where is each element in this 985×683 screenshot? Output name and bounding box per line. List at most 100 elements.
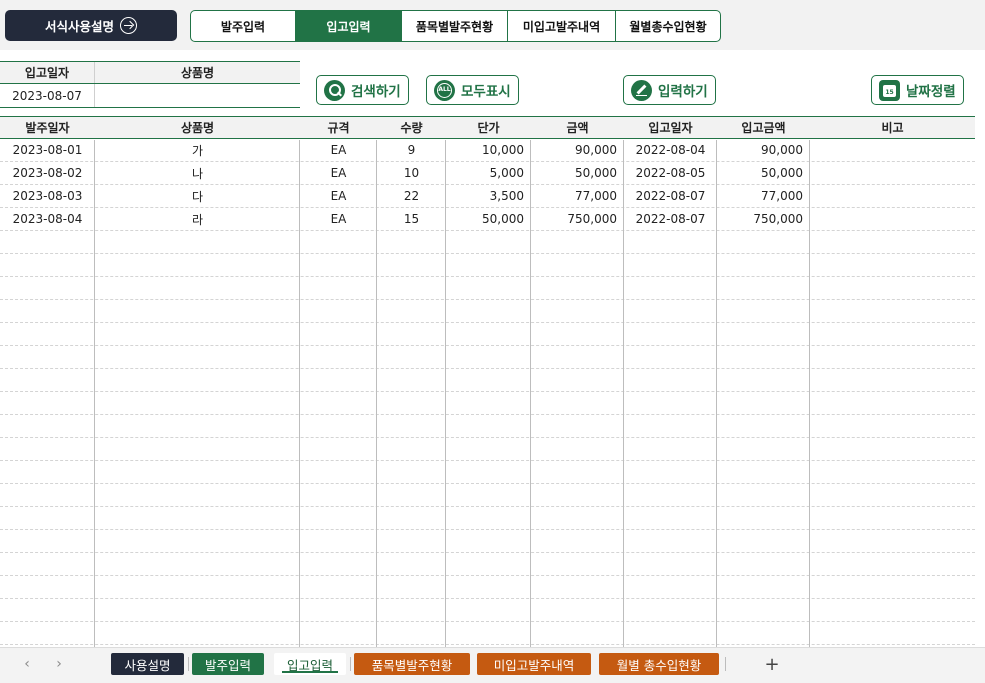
usage-guide-button[interactable]: 서식사용설명 [5, 10, 177, 41]
cell-spec[interactable] [300, 277, 377, 299]
cell-received-amount[interactable] [717, 576, 810, 598]
cell-qty[interactable]: 15 [377, 208, 446, 230]
cell-spec[interactable] [300, 300, 377, 322]
tab-monthly-income[interactable]: 월별총수입현황 [616, 11, 720, 41]
cell-note[interactable] [810, 139, 975, 161]
cell-received-date[interactable] [624, 438, 717, 460]
cell-product[interactable]: 나 [95, 162, 300, 184]
tab-order-by-item[interactable]: 품목별발주현황 [402, 11, 508, 41]
cell-unit-price[interactable] [446, 300, 531, 322]
cell-received-date[interactable] [624, 576, 717, 598]
cell-amount[interactable] [531, 323, 624, 345]
cell-order-date[interactable] [0, 530, 95, 552]
sheet-tab-monthly-income[interactable]: 월별 총수입현황 [599, 653, 719, 675]
cell-received-date[interactable] [624, 392, 717, 414]
cell-product[interactable] [95, 231, 300, 253]
cell-product[interactable] [95, 530, 300, 552]
cell-qty[interactable] [377, 369, 446, 391]
cell-product[interactable] [95, 553, 300, 575]
cell-received-date[interactable] [624, 277, 717, 299]
filter-product-input[interactable] [95, 84, 300, 107]
cell-qty[interactable]: 9 [377, 139, 446, 161]
cell-spec[interactable] [300, 507, 377, 529]
cell-unit-price[interactable] [446, 323, 531, 345]
cell-qty[interactable] [377, 507, 446, 529]
cell-note[interactable] [810, 622, 975, 644]
cell-received-amount[interactable]: 77,000 [717, 185, 810, 207]
sort-date-button[interactable]: 15 날짜정렬 [871, 75, 964, 105]
cell-amount[interactable]: 90,000 [531, 139, 624, 161]
cell-amount[interactable] [531, 392, 624, 414]
cell-spec[interactable]: EA [300, 162, 377, 184]
cell-qty[interactable]: 10 [377, 162, 446, 184]
cell-amount[interactable] [531, 254, 624, 276]
cell-qty[interactable] [377, 231, 446, 253]
cell-unit-price[interactable] [446, 599, 531, 621]
cell-spec[interactable] [300, 622, 377, 644]
cell-note[interactable] [810, 438, 975, 460]
cell-order-date[interactable] [0, 300, 95, 322]
cell-spec[interactable] [300, 530, 377, 552]
cell-received-amount[interactable] [717, 553, 810, 575]
input-button[interactable]: 입력하기 [623, 75, 716, 105]
cell-received-amount[interactable] [717, 507, 810, 529]
cell-product[interactable] [95, 438, 300, 460]
cell-product[interactable] [95, 484, 300, 506]
cell-qty[interactable] [377, 599, 446, 621]
cell-spec[interactable] [300, 553, 377, 575]
cell-order-date[interactable] [0, 323, 95, 345]
cell-order-date[interactable] [0, 599, 95, 621]
cell-amount[interactable] [531, 300, 624, 322]
cell-unit-price[interactable] [446, 461, 531, 483]
cell-product[interactable] [95, 369, 300, 391]
cell-note[interactable] [810, 415, 975, 437]
cell-order-date[interactable] [0, 507, 95, 529]
cell-received-date[interactable] [624, 300, 717, 322]
cell-received-date[interactable] [624, 530, 717, 552]
cell-order-date[interactable] [0, 553, 95, 575]
cell-amount[interactable]: 50,000 [531, 162, 624, 184]
tab-unreceived-orders[interactable]: 미입고발주내역 [508, 11, 616, 41]
cell-note[interactable] [810, 461, 975, 483]
cell-product[interactable]: 라 [95, 208, 300, 230]
cell-qty[interactable] [377, 300, 446, 322]
cell-qty[interactable] [377, 461, 446, 483]
sheet-tab-unreceived-orders[interactable]: 미입고발주내역 [477, 653, 591, 675]
cell-order-date[interactable]: 2023-08-02 [0, 162, 95, 184]
cell-order-date[interactable] [0, 484, 95, 506]
cell-received-date[interactable]: 2022-08-07 [624, 185, 717, 207]
cell-unit-price[interactable] [446, 438, 531, 460]
cell-order-date[interactable] [0, 254, 95, 276]
cell-received-amount[interactable]: 90,000 [717, 139, 810, 161]
cell-spec[interactable] [300, 576, 377, 598]
cell-qty[interactable] [377, 254, 446, 276]
cell-order-date[interactable] [0, 346, 95, 368]
cell-received-amount[interactable] [717, 622, 810, 644]
cell-note[interactable] [810, 392, 975, 414]
cell-amount[interactable] [531, 507, 624, 529]
cell-spec[interactable]: EA [300, 208, 377, 230]
cell-spec[interactable] [300, 231, 377, 253]
cell-qty[interactable] [377, 484, 446, 506]
cell-product[interactable] [95, 323, 300, 345]
cell-unit-price[interactable]: 3,500 [446, 185, 531, 207]
cell-amount[interactable] [531, 461, 624, 483]
show-all-button[interactable]: ALL 모두표시 [426, 75, 519, 105]
cell-qty[interactable] [377, 323, 446, 345]
cell-received-date[interactable] [624, 622, 717, 644]
cell-product[interactable] [95, 392, 300, 414]
sheet-tab-order-entry[interactable]: 발주입력 [192, 653, 264, 675]
prev-sheet-icon[interactable]: ‹ [18, 655, 36, 673]
cell-spec[interactable] [300, 415, 377, 437]
cell-amount[interactable] [531, 346, 624, 368]
cell-amount[interactable] [531, 415, 624, 437]
cell-qty[interactable] [377, 622, 446, 644]
cell-unit-price[interactable] [446, 346, 531, 368]
cell-unit-price[interactable] [446, 415, 531, 437]
cell-product[interactable] [95, 277, 300, 299]
cell-received-amount[interactable] [717, 438, 810, 460]
cell-received-date[interactable]: 2022-08-07 [624, 208, 717, 230]
tab-receiving-entry[interactable]: 입고입력 [296, 11, 402, 41]
cell-amount[interactable] [531, 277, 624, 299]
cell-product[interactable] [95, 346, 300, 368]
